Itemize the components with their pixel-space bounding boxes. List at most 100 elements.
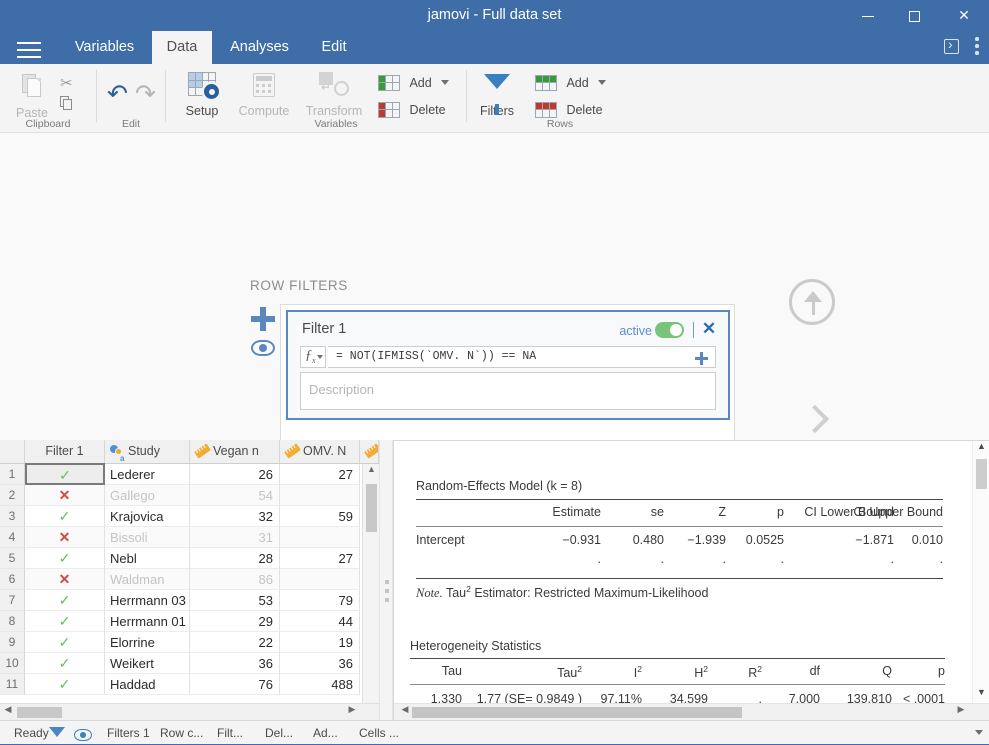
column-header-next[interactable] <box>360 440 379 463</box>
row-number[interactable]: 10 <box>0 653 25 674</box>
tab-analyses[interactable]: Analyses <box>218 31 301 64</box>
cell-filter-status[interactable]: ✓ <box>25 653 105 674</box>
filter-formula-field[interactable]: = NOT(IFMISS(`OMV. N`)) == NA <box>328 346 716 368</box>
row-number[interactable]: 5 <box>0 548 25 569</box>
cell-filter-status[interactable]: ✓ <box>25 590 105 611</box>
cell-study[interactable]: Herrmann 03 <box>105 590 190 611</box>
toggle-filter-visibility-icon[interactable] <box>251 340 275 356</box>
results-vertical-scrollbar[interactable]: ▲ ▼ <box>972 441 989 703</box>
status-filtered[interactable]: Filt... <box>217 721 243 745</box>
paste-button[interactable]: Paste <box>8 72 56 120</box>
results-panel[interactable]: Random-Effects Model (k = 8) Estimate se… <box>393 440 989 720</box>
maximize-button[interactable] <box>891 0 937 31</box>
remove-filter-button[interactable]: ✕ <box>700 320 718 338</box>
compute-button[interactable]: Compute <box>234 70 294 118</box>
tab-data[interactable]: Data <box>152 31 212 64</box>
results-scroll-left-icon[interactable]: ◀ <box>397 704 413 720</box>
cell-study[interactable]: Haddad <box>105 674 190 695</box>
next-panel-chevron-icon[interactable] <box>803 405 825 435</box>
status-filters-count[interactable]: Filters 1 <box>107 721 150 745</box>
cell-filter-status[interactable]: ✓ <box>25 674 105 695</box>
cell-study[interactable]: Elorrine <box>105 632 190 653</box>
cell-vegan-n[interactable]: 31 <box>190 527 280 548</box>
cell-vegan-n[interactable]: 86 <box>190 569 280 590</box>
row-number[interactable]: 6 <box>0 569 25 590</box>
cell-vegan-n[interactable]: 28 <box>190 548 280 569</box>
status-row-count[interactable]: Row c... <box>160 721 203 745</box>
cell-filter-status[interactable]: ✕ <box>25 527 105 548</box>
minimize-button[interactable] <box>845 0 891 31</box>
cell-vegan-n[interactable]: 76 <box>190 674 280 695</box>
results-scroll-up-icon[interactable]: ▲ <box>973 441 989 457</box>
cell-vegan-n[interactable]: 22 <box>190 632 280 653</box>
cell-filter-status[interactable]: ✕ <box>25 569 105 590</box>
setup-button[interactable]: Setup <box>172 70 232 118</box>
scroll-left-icon[interactable]: ◀ <box>0 704 16 720</box>
horizontal-scroll-thumb[interactable] <box>17 707 62 718</box>
data-spreadsheet[interactable]: Filter 1 a Study Vegan n OMV. N 1 ✓ Lederer… <box>0 440 379 720</box>
tab-edit[interactable]: Edit <box>310 31 358 64</box>
spreadsheet-horizontal-scrollbar[interactable]: ◀ ▶ <box>0 703 379 720</box>
cell-study[interactable]: Lederer <box>105 464 190 485</box>
cell-omv-n[interactable]: 44 <box>280 611 360 632</box>
row-number[interactable]: 11 <box>0 674 25 695</box>
filter-active-toggle[interactable] <box>655 322 684 338</box>
status-eye-icon[interactable] <box>74 729 92 741</box>
select-all-corner[interactable] <box>0 440 25 463</box>
results-vertical-scroll-thumb[interactable] <box>976 459 987 489</box>
cell-study[interactable]: Waldman <box>105 569 190 590</box>
row-number[interactable]: 7 <box>0 590 25 611</box>
add-row-button[interactable]: Add <box>535 74 607 99</box>
close-button[interactable]: ✕ <box>941 0 987 31</box>
status-chevron-down-icon[interactable] <box>975 730 983 735</box>
cell-omv-n[interactable]: 27 <box>280 464 360 485</box>
cell-vegan-n[interactable]: 54 <box>190 485 280 506</box>
vertical-scroll-thumb[interactable] <box>366 484 377 532</box>
cell-study[interactable]: Herrmann 01 <box>105 611 190 632</box>
column-header-vegan-n[interactable]: Vegan n <box>190 440 280 463</box>
cell-omv-n[interactable]: 36 <box>280 653 360 674</box>
results-scroll-right-icon[interactable]: ▶ <box>953 704 969 720</box>
row-number[interactable]: 9 <box>0 632 25 653</box>
cell-filter-status[interactable]: ✓ <box>25 506 105 527</box>
cell-study[interactable]: Gallego <box>105 485 190 506</box>
cell-omv-n[interactable]: 59 <box>280 506 360 527</box>
column-header-study[interactable]: a Study <box>105 440 190 463</box>
row-number[interactable]: 3 <box>0 506 25 527</box>
cell-omv-n[interactable] <box>280 569 360 590</box>
cell-filter-status[interactable]: ✓ <box>25 632 105 653</box>
cell-omv-n[interactable]: 79 <box>280 590 360 611</box>
collapse-panel-up-icon[interactable] <box>789 279 835 325</box>
status-cells[interactable]: Cells ... <box>359 721 399 745</box>
results-scroll-down-icon[interactable]: ▼ <box>973 687 989 703</box>
cell-filter-status[interactable]: ✓ <box>25 611 105 632</box>
cell-study[interactable]: Weikert <box>105 653 190 674</box>
filter-description-field[interactable]: Description <box>300 372 716 410</box>
tab-variables[interactable]: Variables <box>64 31 145 64</box>
row-number[interactable]: 8 <box>0 611 25 632</box>
results-horizontal-scroll-thumb[interactable] <box>412 707 742 718</box>
cell-vegan-n[interactable]: 36 <box>190 653 280 674</box>
column-header-filter[interactable]: Filter 1 <box>25 440 105 463</box>
add-formula-button[interactable] <box>695 352 708 365</box>
add-filter-button[interactable] <box>251 307 275 331</box>
add-variable-button[interactable]: Add <box>378 74 450 99</box>
cell-filter-status[interactable]: ✓ <box>25 548 105 569</box>
row-number[interactable]: 1 <box>0 464 25 485</box>
results-horizontal-scrollbar[interactable]: ◀ ▶ <box>394 703 989 720</box>
cell-omv-n[interactable]: 488 <box>280 674 360 695</box>
expand-results-icon[interactable] <box>944 36 959 54</box>
row-number[interactable]: 2 <box>0 485 25 506</box>
cell-omv-n[interactable]: 19 <box>280 632 360 653</box>
cell-vegan-n[interactable]: 29 <box>190 611 280 632</box>
spreadsheet-vertical-scrollbar[interactable]: ▲ ▼ <box>362 464 379 720</box>
status-funnel-icon[interactable] <box>49 727 65 737</box>
cell-study[interactable]: Bissoli <box>105 527 190 548</box>
row-number[interactable]: 4 <box>0 527 25 548</box>
delete-variable-button[interactable]: Delete <box>378 101 446 126</box>
scroll-right-icon[interactable]: ▶ <box>344 704 360 720</box>
status-added[interactable]: Ad... <box>313 721 338 745</box>
panel-splitter[interactable] <box>379 440 393 720</box>
cell-omv-n[interactable]: 27 <box>280 548 360 569</box>
filters-button[interactable]: Filters <box>467 70 527 118</box>
